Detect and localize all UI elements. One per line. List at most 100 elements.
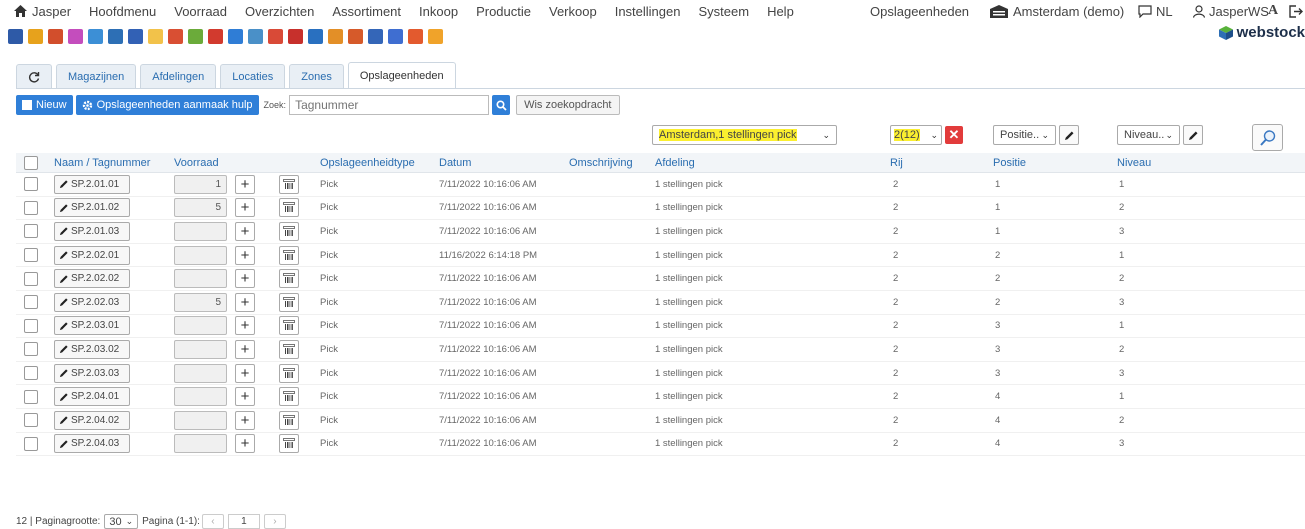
menu-item-assortiment[interactable]: Assortiment [332, 4, 401, 19]
logout-button[interactable] [1289, 0, 1303, 22]
menu-item-overzichten[interactable]: Overzichten [245, 4, 314, 19]
row-checkbox[interactable] [24, 315, 38, 338]
font-size-toggle[interactable]: A [1268, 0, 1278, 22]
tab-opslageenheden[interactable]: Opslageenheden [347, 62, 456, 88]
print-label-button[interactable] [279, 316, 299, 336]
edit-unit-button[interactable]: SP.2.04.03 [54, 434, 130, 454]
print-label-button[interactable] [279, 245, 299, 265]
column-header-type[interactable]: Opslageenheidtype [320, 153, 415, 173]
filter-search-button[interactable] [1252, 124, 1283, 151]
print-label-button[interactable] [279, 363, 299, 383]
edit-positie-button[interactable] [1059, 125, 1079, 145]
add-stock-button[interactable]: + [235, 198, 255, 218]
row-checkbox[interactable] [24, 267, 38, 290]
table-row[interactable]: SP.2.03.03 + Pick 7/11/2022 10:16:06 AM 1 st… [16, 362, 1305, 386]
search-input[interactable] [289, 95, 490, 115]
table-row[interactable]: SP.2.03.01 + Pick 7/11/2022 10:16:06 AM 1 st… [16, 315, 1305, 339]
tab-locaties[interactable]: Locaties [220, 64, 286, 88]
tab-magazijnen[interactable]: Magazijnen [56, 64, 137, 88]
quantity-field[interactable] [174, 221, 227, 241]
quantity-field[interactable]: 1 [174, 174, 227, 194]
next-page-button[interactable]: › [263, 514, 286, 529]
toolbar-shortcut-icon[interactable] [428, 28, 443, 44]
toolbar-shortcut-icon[interactable] [408, 28, 423, 44]
prev-page-button[interactable]: ‹ [201, 514, 224, 529]
print-label-button[interactable] [279, 387, 299, 407]
toolbar-shortcut-icon[interactable] [268, 28, 283, 44]
add-stock-button[interactable]: + [235, 316, 255, 336]
edit-unit-button[interactable]: SP.2.02.02 [54, 269, 130, 289]
row-checkbox[interactable] [24, 291, 38, 314]
add-stock-button[interactable]: + [235, 245, 255, 265]
toolbar-shortcut-icon[interactable] [208, 28, 223, 44]
user-menu[interactable]: JasperWS [1193, 0, 1269, 22]
menu-item-help[interactable]: Help [767, 4, 794, 19]
toolbar-shortcut-icon[interactable] [188, 28, 203, 44]
quantity-field[interactable]: 5 [174, 198, 227, 218]
edit-unit-button[interactable]: SP.2.02.03 [54, 292, 130, 312]
page-number-input[interactable]: 1 [227, 514, 260, 529]
menu-item-systeem[interactable]: Systeem [698, 4, 749, 19]
row-checkbox[interactable] [24, 220, 38, 243]
add-stock-button[interactable]: + [235, 410, 255, 430]
toolbar-shortcut-icon[interactable] [368, 28, 383, 44]
add-stock-button[interactable]: + [235, 434, 255, 454]
print-label-button[interactable] [279, 339, 299, 359]
add-stock-button[interactable]: + [235, 292, 255, 312]
add-stock-button[interactable]: + [235, 174, 255, 194]
table-row[interactable]: SP.2.02.02 + Pick 7/11/2022 10:16:06 AM 1 st… [16, 267, 1305, 291]
edit-unit-button[interactable]: SP.2.04.01 [54, 387, 130, 407]
quantity-field[interactable] [174, 434, 227, 454]
add-stock-button[interactable]: + [235, 363, 255, 383]
quantity-field[interactable] [174, 387, 227, 407]
warehouse-selector[interactable]: Amsterdam (demo) [990, 0, 1124, 22]
add-stock-button[interactable]: + [235, 269, 255, 289]
column-header-afdeling[interactable]: Afdeling [655, 153, 695, 173]
print-label-button[interactable] [279, 198, 299, 218]
table-row[interactable]: SP.2.01.01 1 + Pick 7/11/2022 10:16:06 AM 1 s… [16, 173, 1305, 197]
quantity-field[interactable]: 5 [174, 292, 227, 312]
edit-unit-button[interactable]: SP.2.03.01 [54, 316, 130, 336]
quantity-field[interactable] [174, 245, 227, 265]
table-row[interactable]: SP.2.01.03 + Pick 7/11/2022 10:16:06 AM 1 st… [16, 220, 1305, 244]
tab-afdelingen[interactable]: Afdelingen [140, 64, 217, 88]
positie-filter-select[interactable]: Positie.. ⌄ [993, 125, 1056, 145]
menu-item-jasper[interactable]: Jasper [14, 4, 71, 19]
print-label-button[interactable] [279, 174, 299, 194]
print-label-button[interactable] [279, 221, 299, 241]
new-button[interactable]: Nieuw [16, 95, 73, 115]
edit-unit-button[interactable]: SP.2.02.01 [54, 245, 130, 265]
print-label-button[interactable] [279, 434, 299, 454]
menu-item-instellingen[interactable]: Instellingen [615, 4, 681, 19]
tab-refresh[interactable] [16, 64, 52, 88]
column-header-datum[interactable]: Datum [439, 153, 471, 173]
row-checkbox[interactable] [24, 338, 38, 361]
menu-opslageenheden[interactable]: Opslageenheden [870, 0, 969, 22]
toolbar-shortcut-icon[interactable] [228, 28, 243, 44]
toolbar-shortcut-icon[interactable] [28, 28, 43, 44]
toolbar-shortcut-icon[interactable] [48, 28, 63, 44]
row-checkbox[interactable] [24, 409, 38, 432]
language-selector[interactable]: NL [1138, 0, 1173, 22]
toolbar-shortcut-icon[interactable] [348, 28, 363, 44]
menu-item-hoofdmenu[interactable]: Hoofdmenu [89, 4, 156, 19]
toolbar-shortcut-icon[interactable] [88, 28, 103, 44]
menu-item-voorraad[interactable]: Voorraad [174, 4, 227, 19]
column-header-voorraad[interactable]: Voorraad [174, 153, 219, 173]
row-checkbox[interactable] [24, 433, 38, 456]
table-row[interactable]: SP.2.04.01 + Pick 7/11/2022 10:16:06 AM 1 st… [16, 385, 1305, 409]
creation-help-button[interactable]: Opslageenheden aanmaak hulp [75, 95, 259, 115]
clear-rij-filter-button[interactable]: ✕ [945, 126, 963, 144]
rij-filter-select[interactable]: 2(12) ⌄ [890, 125, 942, 145]
column-header-naam[interactable]: Naam / Tagnummer [54, 153, 150, 173]
table-row[interactable]: SP.2.04.02 + Pick 7/11/2022 10:16:06 AM 1 st… [16, 409, 1305, 433]
edit-unit-button[interactable]: SP.2.04.02 [54, 410, 130, 430]
column-header-niveau[interactable]: Niveau [1117, 153, 1151, 173]
row-checkbox[interactable] [24, 244, 38, 267]
table-row[interactable]: SP.2.01.02 5 + Pick 7/11/2022 10:16:06 AM 1 s… [16, 197, 1305, 221]
toolbar-shortcut-icon[interactable] [308, 28, 323, 44]
row-checkbox[interactable] [24, 173, 38, 196]
column-header-positie[interactable]: Positie [993, 153, 1026, 173]
toolbar-shortcut-icon[interactable] [8, 28, 23, 44]
row-checkbox[interactable] [24, 362, 38, 385]
